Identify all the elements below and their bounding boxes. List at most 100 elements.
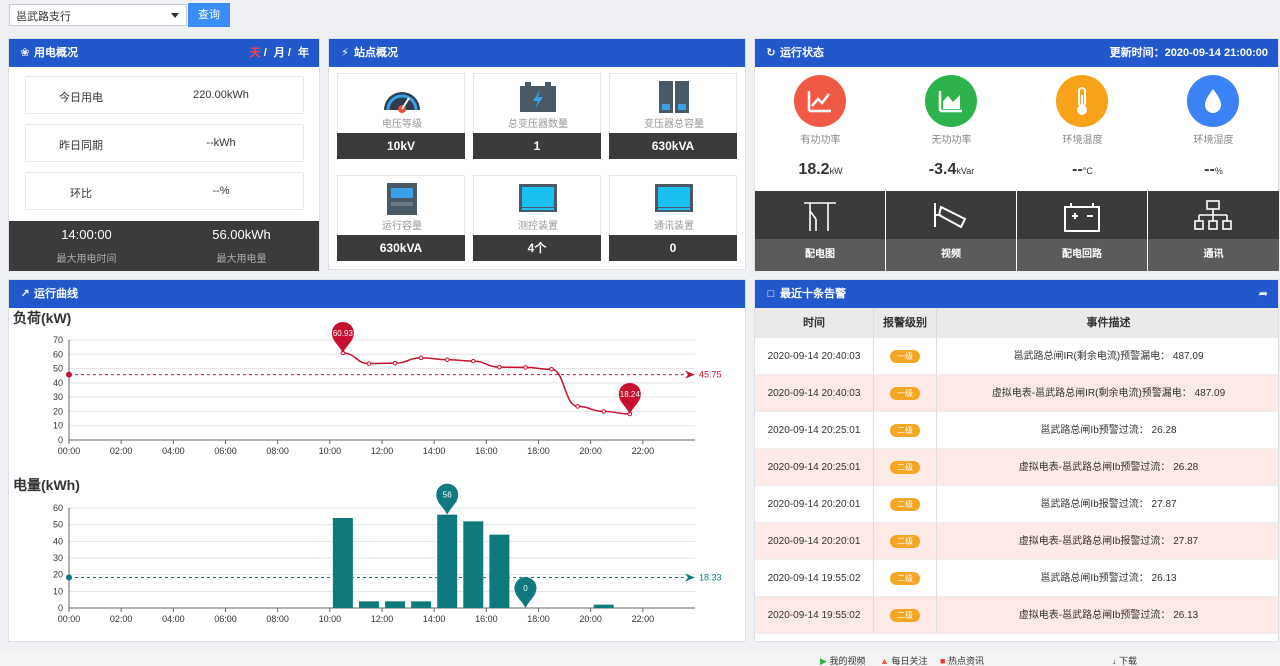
query-button[interactable]: 查询 <box>188 3 230 27</box>
x-tick-label: 16:00 <box>475 614 498 624</box>
site-card-value: 10kV <box>337 133 465 159</box>
x-tick-label: 00:00 <box>58 614 81 624</box>
line-chart-icon: ↗ <box>20 288 30 300</box>
alarm-level: 二级 <box>873 560 937 596</box>
usage-overview-title: 用电概况 <box>34 47 78 59</box>
tile-wiring-diagram[interactable]: 配电图 <box>755 191 885 271</box>
alarm-table-header: 时间 报警级别 事件描述 <box>755 308 1278 338</box>
energy-bar <box>332 518 353 608</box>
x-tick-label: 22:00 <box>632 446 655 456</box>
tile-label: 配电回路 <box>1017 239 1147 271</box>
alarm-time: 2020-09-14 19:55:02 <box>767 573 861 584</box>
taskbar-daily[interactable]: ▲ 每日关注 <box>880 654 927 666</box>
site-card-label: 电压等级 <box>382 119 422 130</box>
alarm-row[interactable]: 2020-09-14 20:20:01 二级 邕武路总闸Ib报警过流： 27.87 <box>755 486 1278 523</box>
run-status-header: ↻ 运行状态 更新时间：2020-09-14 21:00:00 <box>755 39 1278 67</box>
alarm-row[interactable]: 2020-09-14 20:20:01 二级 虚拟电表-邕武路总闸Ib报警过流： 2… <box>755 523 1278 560</box>
gauge-value: -3.4kVar <box>928 161 975 178</box>
alarm-header: □ 最近十条告警 ➦ <box>755 280 1278 308</box>
x-tick-label: 14:00 <box>423 446 446 456</box>
taskbar-news[interactable]: ■ 热点资讯 <box>940 654 984 666</box>
alarm-level-badge: 一级 <box>890 349 920 363</box>
usage-overview-panel: ❀ 用电概况 天 / 月 / 年 今日用电 220.00kWh 昨日同期 --kW… <box>8 38 320 271</box>
alarm-row[interactable]: 2020-09-14 19:55:02 二级 虚拟电表-邕武路总闸Ib预警过流： 2… <box>755 597 1278 634</box>
run-curve-title: 运行曲线 <box>34 288 78 300</box>
alarm-row[interactable]: 2020-09-14 20:40:03 一级 虚拟电表-邕武路总闸IR(剩余电流)预… <box>755 375 1278 412</box>
alarm-desc: 邕武路总闸IR(剩余电流)预警漏电： 487.09 <box>1013 351 1204 362</box>
taskbar-video[interactable]: ▶ 我的视频 <box>820 654 865 666</box>
share-icon[interactable]: ➦ <box>1259 280 1268 308</box>
taskbar-download[interactable]: ↓ 下载 <box>1112 654 1137 666</box>
usage-row-value: --kWh <box>206 137 236 149</box>
news-icon: ■ <box>940 656 946 666</box>
x-tick-label: 00:00 <box>58 446 81 456</box>
energy-bar <box>437 514 458 608</box>
speedometer-icon <box>384 92 420 113</box>
tile-circuit[interactable]: 配电回路 <box>1017 191 1147 271</box>
col-desc: 事件描述 <box>1086 317 1131 329</box>
chevron-down-icon <box>171 13 179 18</box>
gauge-value: --% <box>1204 161 1223 178</box>
site-card-value: 630kVA <box>337 235 465 261</box>
x-tick-label: 22:00 <box>632 614 655 624</box>
load-point <box>575 404 580 409</box>
y-tick-label: 20 <box>53 406 63 416</box>
x-tick-label: 10:00 <box>319 446 342 456</box>
refresh-icon: ↻ <box>766 47 776 59</box>
energy-bar <box>411 601 432 608</box>
alarm-level-badge: 二级 <box>890 497 920 511</box>
tile-communication[interactable]: 通讯 <box>1148 191 1279 271</box>
range-year[interactable]: 年 <box>298 47 309 59</box>
alarm-level: 二级 <box>873 449 937 485</box>
alarm-row[interactable]: 2020-09-14 20:40:03 一级 邕武路总闸IR(剩余电流)预警漏电： … <box>755 338 1278 375</box>
tile-video[interactable]: 视频 <box>886 191 1016 271</box>
y-tick-label: 0 <box>58 603 63 613</box>
max-usage-energy: 56.00kWh <box>212 227 271 242</box>
max-usage-energy-label: 最大用电量 <box>216 254 267 265</box>
load-point <box>523 365 528 370</box>
gauge-humidity: 环境湿度 --% <box>1148 67 1279 195</box>
alarm-row[interactable]: 2020-09-14 20:25:01 二级 邕武路总闸Ib预警过流： 26.28 <box>755 412 1278 449</box>
update-time: 更新时间：2020-09-14 21:00:00 <box>1109 47 1268 59</box>
download-icon: ↓ <box>1112 656 1117 666</box>
branch-select[interactable]: 邕武路支行 <box>9 4 187 26</box>
site-card-value: 630kVA <box>609 133 737 159</box>
average-start-dot <box>66 574 72 581</box>
gauge-value: 18.2kW <box>798 161 843 178</box>
range-switch: 天 / 月 / 年 <box>249 47 309 59</box>
x-tick-label: 14:00 <box>423 614 446 624</box>
alarm-row[interactable]: 2020-09-14 20:25:01 二级 虚拟电表-邕武路总闸Ib预警过流： 2… <box>755 449 1278 486</box>
line-chart-icon <box>794 75 846 127</box>
site-overview-title: 站点概况 <box>354 47 398 59</box>
x-tick-label: 08:00 <box>266 446 289 456</box>
alarm-desc: 邕武路总闸Ib报警过流： 27.87 <box>1040 499 1177 510</box>
x-tick-label: 06:00 <box>214 614 237 624</box>
average-label: 18.33 <box>699 572 722 582</box>
range-month[interactable]: 月 <box>274 47 285 59</box>
x-tick-label: 08:00 <box>266 614 289 624</box>
y-tick-label: 50 <box>53 520 63 530</box>
thermometer-icon <box>1056 75 1108 127</box>
energy-bar <box>463 521 484 608</box>
site-card-transformer-count: 总变压器数量 1 <box>473 73 601 159</box>
run-curve-panel: ↗ 运行曲线 负荷(kW) 0 10 20 30 40 50 60 70 00:00 02:00 04:… <box>8 279 746 642</box>
browser-taskbar: ▶ 我的视频 ▲ 每日关注 ■ 热点资讯 ↓ 下载 <box>0 652 1280 666</box>
alarm-time: 2020-09-14 20:25:01 <box>767 425 861 436</box>
y-tick-label: 70 <box>53 335 63 345</box>
col-time: 时间 <box>803 317 825 329</box>
site-card-label: 通讯装置 <box>654 221 694 232</box>
alarm-row[interactable]: 2020-09-14 19:55:02 二级 邕武路总闸Ib预警过流： 26.13 <box>755 560 1278 597</box>
site-card-voltage: 电压等级 10kV <box>337 73 465 159</box>
run-curve-chart: 负荷(kW) 0 10 20 30 40 50 60 70 00:00 02:00 04:00 06:0… <box>13 310 722 624</box>
x-tick-label: 20:00 <box>579 614 602 624</box>
site-card-label: 总变压器数量 <box>508 119 568 130</box>
load-min-pin-label: 18.24 <box>620 390 641 399</box>
y-tick-label: 40 <box>53 378 63 388</box>
alarm-level-badge: 二级 <box>890 423 920 437</box>
site-card-capacity: 变压器总容量 630kVA <box>609 73 737 159</box>
range-day[interactable]: 天 <box>250 47 261 59</box>
network-icon <box>1194 200 1232 230</box>
run-status-title: 运行状态 <box>780 47 824 59</box>
x-tick-label: 02:00 <box>110 446 133 456</box>
y-tick-label: 10 <box>53 586 63 596</box>
